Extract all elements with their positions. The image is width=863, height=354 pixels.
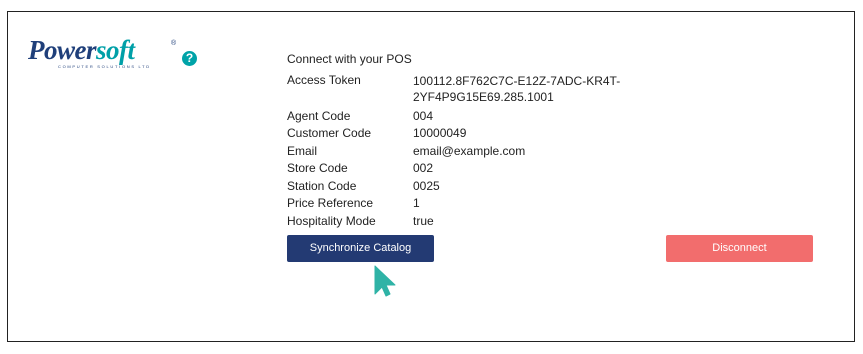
connect-heading: Connect with your POS	[287, 52, 412, 66]
email-label: Email	[287, 144, 318, 158]
hospitality-mode-value: true	[413, 214, 434, 228]
access-token-value: 100112.8F762C7C-E12Z-7ADC-KR4T-2YF4P9G15…	[413, 74, 621, 104]
store-code-value: 002	[413, 161, 434, 175]
question-circle-icon[interactable]: ?	[182, 51, 197, 66]
agent-code-value: 004	[413, 109, 434, 123]
customer-code-label: Customer Code	[287, 126, 372, 140]
price-reference-value: 1	[413, 196, 420, 210]
synchronize-catalog-button[interactable]: Synchronize Catalog	[287, 235, 434, 262]
station-code-value: 0025	[413, 179, 440, 193]
price-reference-label: Price Reference	[287, 196, 374, 210]
email-value: email@example.com	[413, 144, 526, 158]
powersoft-logo: Powersoft ® COMPUTER SOLUTIONS LTD	[28, 34, 208, 84]
station-code-label: Station Code	[287, 179, 357, 193]
logo-tagline: COMPUTER SOLUTIONS LTD	[58, 64, 151, 69]
access-token-label: Access Token	[287, 73, 361, 87]
customer-code-value: 10000049	[413, 126, 467, 140]
disconnect-button[interactable]: Disconnect	[666, 235, 813, 262]
logo-wordmark: Powersoft	[28, 34, 135, 66]
logo-part-power: Power	[28, 35, 97, 65]
mouse-pointer-icon	[374, 265, 396, 297]
agent-code-label: Agent Code	[287, 109, 351, 123]
hospitality-mode-label: Hospitality Mode	[287, 214, 376, 228]
cursor-arrow-shape	[374, 265, 396, 297]
logo-part-soft: soft	[96, 35, 135, 65]
registered-mark: ®	[171, 40, 177, 47]
store-code-label: Store Code	[287, 161, 348, 175]
